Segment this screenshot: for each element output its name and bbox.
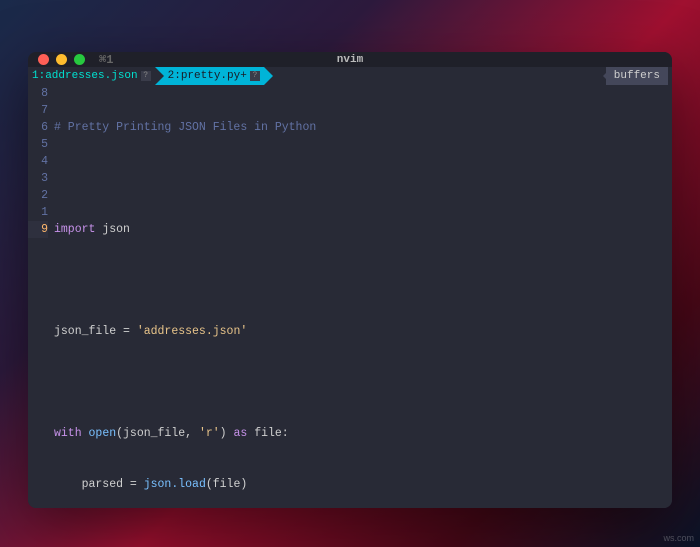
line-number: 6 xyxy=(28,119,48,136)
traffic-lights xyxy=(38,54,85,65)
code-ident: parsed xyxy=(54,478,130,491)
titlebar: ⌘1 nvim xyxy=(28,52,672,67)
bufferline: 1: addresses.json ? 2: pretty.py+ ? buff… xyxy=(28,67,672,85)
code-op: = xyxy=(130,478,137,491)
line-number: 4 xyxy=(28,153,48,170)
line-number-gutter: 8 7 6 5 4 3 2 1 9 xyxy=(28,85,54,508)
tab-separator-icon xyxy=(155,67,164,85)
editor-area[interactable]: 8 7 6 5 4 3 2 1 9 # Pretty Printing JSON… xyxy=(28,85,672,508)
line-number: 7 xyxy=(28,102,48,119)
tab-label: pretty.py+ xyxy=(181,70,247,82)
line-number: 1 xyxy=(28,204,48,221)
close-icon[interactable] xyxy=(38,54,49,65)
terminal-shortcut-badge: ⌘1 xyxy=(99,52,113,67)
line-number: 5 xyxy=(28,136,48,153)
code-ident: json_file xyxy=(54,325,123,338)
minimize-icon[interactable] xyxy=(56,54,67,65)
code-content[interactable]: # Pretty Printing JSON Files in Python i… xyxy=(54,85,672,508)
code-ident: file: xyxy=(247,427,288,440)
code-punct: (json_file, xyxy=(116,427,199,440)
buffer-tab-pretty[interactable]: 2: pretty.py+ ? xyxy=(164,67,264,85)
code-punct: ) xyxy=(220,427,234,440)
code-keyword: with xyxy=(54,427,82,440)
buffers-label: buffers xyxy=(606,67,668,85)
tab-index: 2: xyxy=(168,70,181,82)
buffer-tab-addresses[interactable]: 1: addresses.json ? xyxy=(28,67,155,85)
code-keyword: import xyxy=(54,223,95,236)
code-string: 'r' xyxy=(199,427,220,440)
code-op: = xyxy=(123,325,130,338)
watermark: ws.com xyxy=(663,533,694,543)
code-keyword: as xyxy=(233,427,247,440)
line-number: 2 xyxy=(28,187,48,204)
terminal-window: ⌘1 nvim 1: addresses.json ? 2: pretty.py… xyxy=(28,52,672,508)
modified-icon: ? xyxy=(250,71,260,81)
code-comment: # Pretty Printing JSON Files in Python xyxy=(54,121,316,134)
code-punct: (file) xyxy=(206,478,247,491)
modified-icon: ? xyxy=(141,71,151,81)
line-number: 3 xyxy=(28,170,48,187)
line-number-current: 9 xyxy=(28,221,48,238)
line-number: 8 xyxy=(28,85,48,102)
code-ident: json xyxy=(95,223,130,236)
tab-label: addresses.json xyxy=(45,70,137,82)
tab-index: 1: xyxy=(32,70,45,82)
code-func: open xyxy=(82,427,117,440)
code-string: 'addresses.json' xyxy=(130,325,247,338)
window-title: nvim xyxy=(28,54,672,66)
tab-separator-icon xyxy=(264,67,273,85)
zoom-icon[interactable] xyxy=(74,54,85,65)
code-func: json.load xyxy=(137,478,206,491)
